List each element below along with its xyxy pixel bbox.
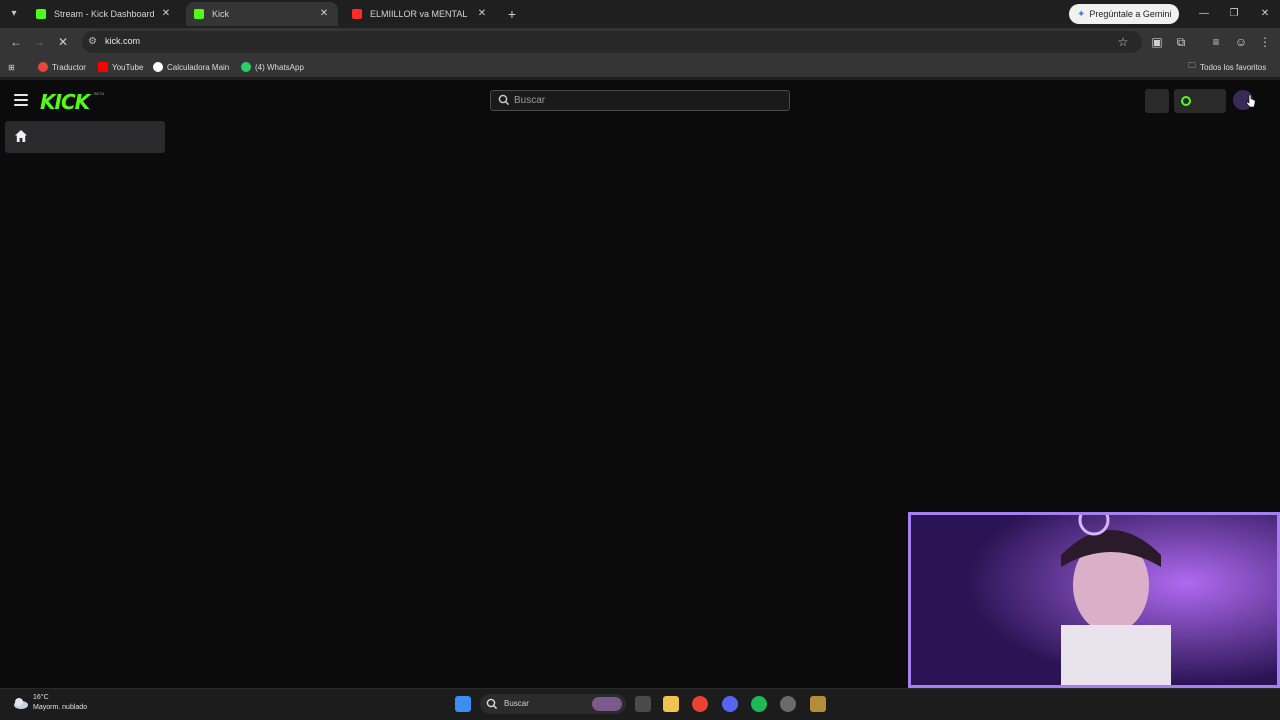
file-explorer-icon[interactable]: [663, 696, 679, 712]
tab-kick-dashboard[interactable]: Stream - Kick Dashboard ✕: [28, 2, 180, 26]
extensions-icon[interactable]: ⧉: [1173, 34, 1189, 50]
search-input[interactable]: [514, 93, 774, 108]
windows-start-icon[interactable]: [455, 696, 471, 712]
mouse-cursor-icon: [1246, 94, 1256, 108]
bookmark-traductor[interactable]: Traductor: [38, 60, 86, 74]
kick-logo[interactable]: KICK: [40, 90, 90, 114]
gemini-label: Pregúntale a Gemini: [1089, 9, 1172, 19]
webcam-image: [911, 515, 1277, 685]
tab-kick[interactable]: Kick ✕: [186, 2, 338, 26]
hamburger-menu-icon[interactable]: [14, 94, 28, 106]
webcam-overlay: [908, 512, 1280, 688]
tab-search-icon[interactable]: ▾: [6, 6, 22, 22]
bookmark-youtube[interactable]: YouTube: [98, 60, 143, 74]
bookmark-star-icon[interactable]: ☆: [1115, 34, 1131, 50]
menu-kebab-icon[interactable]: ⋮: [1257, 34, 1273, 50]
spotify-icon[interactable]: [751, 696, 767, 712]
site-info-icon[interactable]: ⚙: [88, 34, 100, 50]
home-icon: [15, 130, 27, 142]
all-bookmarks[interactable]: 🗀 Todos los favoritos: [1188, 60, 1266, 74]
gemini-button[interactable]: ✦ Pregúntale a Gemini: [1069, 4, 1180, 24]
bookmark-label: Traductor: [52, 62, 86, 72]
folder-icon: 🗀: [1188, 61, 1196, 70]
cast-icon[interactable]: ▣: [1149, 34, 1165, 50]
close-icon[interactable]: ✕: [160, 8, 172, 20]
search-icon: [486, 698, 498, 710]
chrome-icon[interactable]: [692, 696, 708, 712]
window-close-icon[interactable]: ✕: [1257, 6, 1273, 22]
tab-label: ELMIILLOR va MENTAL | Mejor: [370, 9, 470, 19]
tab-label: Stream - Kick Dashboard: [54, 9, 154, 19]
close-icon[interactable]: ✕: [476, 8, 488, 20]
google-icon: [153, 62, 163, 72]
media-icon[interactable]: ≡: [1208, 34, 1224, 50]
restore-icon[interactable]: ❐: [1226, 6, 1242, 22]
beta-badge: BETA: [94, 91, 105, 96]
tab-label: Kick: [212, 9, 230, 19]
taskbar-search-label: Buscar: [504, 699, 529, 708]
bookmark-label: Calculadora Main: [167, 62, 230, 72]
weather-cloud-icon[interactable]: [12, 694, 30, 712]
youtube-icon: [352, 9, 362, 19]
search-highlight-icon: [592, 697, 622, 711]
weather-description[interactable]: Mayorm. nublado: [33, 704, 87, 711]
loading-placeholder: [1145, 89, 1169, 113]
sidebar-item-home[interactable]: [5, 121, 165, 153]
all-bookmarks-label: Todos los favoritos: [1200, 62, 1267, 72]
kick-icon: [36, 9, 46, 19]
url-text[interactable]: kick.com: [105, 36, 140, 46]
loading-placeholder: [1174, 89, 1226, 113]
league-of-legends-icon[interactable]: [810, 696, 826, 712]
forward-icon[interactable]: →: [31, 34, 47, 50]
address-bar[interactable]: [82, 31, 1142, 53]
gemini-spark-icon: ✦: [1077, 8, 1086, 20]
back-icon[interactable]: ←: [8, 34, 24, 50]
apps-icon[interactable]: ⊞: [8, 60, 15, 74]
profile-icon[interactable]: ☺: [1233, 34, 1249, 50]
discord-icon[interactable]: [722, 696, 738, 712]
new-tab-button[interactable]: +: [504, 6, 520, 22]
weather-temperature[interactable]: 16°C: [33, 694, 49, 701]
tab-youtube-video[interactable]: ELMIILLOR va MENTAL | Mejor ✕: [344, 2, 496, 26]
whatsapp-icon: [241, 62, 251, 72]
close-icon[interactable]: ✕: [318, 8, 330, 20]
stop-loading-icon[interactable]: ✕: [55, 34, 71, 50]
riot-client-icon[interactable]: [780, 696, 796, 712]
minimize-icon[interactable]: —: [1196, 6, 1212, 22]
search-icon: [498, 94, 510, 106]
translate-icon: [38, 62, 48, 72]
bookmark-whatsapp[interactable]: (4) WhatsApp: [241, 60, 304, 74]
bookmark-label: YouTube: [112, 62, 144, 72]
tab-strip: ▾ Stream - Kick Dashboard ✕ Kick ✕ ELMII…: [0, 0, 1280, 28]
task-view-icon[interactable]: [635, 696, 651, 712]
bookmark-label: (4) WhatsApp: [255, 62, 304, 72]
bookmark-calculadora[interactable]: Calculadora Main: [153, 60, 229, 74]
kick-icon: [194, 9, 204, 19]
youtube-icon: [98, 62, 108, 72]
loading-spinner-icon: [1181, 96, 1191, 106]
